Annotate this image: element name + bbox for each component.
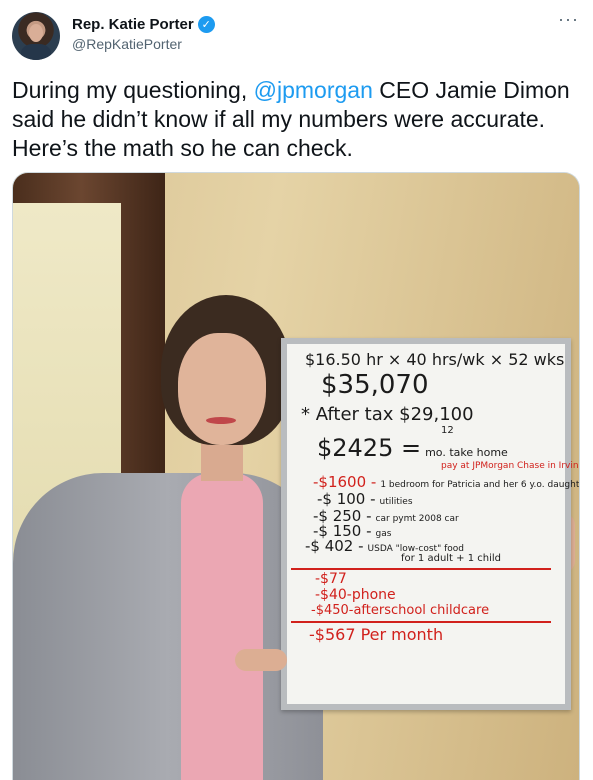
annual-gross: $35,070 — [321, 370, 429, 400]
author-handle[interactable]: @RepKatiePorter — [72, 36, 182, 52]
expense-desc: utilities — [379, 497, 413, 507]
avatar-face — [29, 24, 43, 42]
total-divider — [291, 621, 551, 623]
expense-amount: -$1600 - — [313, 473, 377, 491]
avatar[interactable] — [12, 12, 60, 60]
whiteboard: $16.50 hr × 40 hrs/wk × 52 wks $35,070 *… — [281, 338, 580, 710]
childcare-expense: -$450-afterschool childcare — [311, 603, 490, 618]
phone-expense: -$40-phone — [315, 587, 396, 603]
photo-lips — [206, 417, 236, 424]
take-home-note: mo. take home — [425, 446, 508, 459]
photo-pointing-hand — [235, 649, 287, 671]
subtotal: -$77 — [315, 571, 347, 587]
expense-amount: -$ 100 - — [317, 490, 376, 508]
verified-badge-icon: ✓ — [197, 15, 215, 33]
display-name[interactable]: Rep. Katie Porter — [72, 16, 194, 33]
months-divisor: 12 — [441, 425, 454, 436]
monthly-shortfall: -$567 Per month — [309, 625, 444, 644]
photo-neck — [201, 441, 243, 481]
expense-desc: 1 bedroom for Patricia and her 6 y.o. da… — [380, 480, 580, 490]
avatar-body — [21, 44, 51, 60]
expense-row: -$ 100 - utilities — [317, 492, 561, 507]
expense-amount: -$ 402 - — [305, 537, 364, 555]
tweet-header: Rep. Katie Porter ✓ @RepKatiePorter ··· — [0, 0, 593, 74]
after-tax: * After tax $29,100 — [301, 404, 474, 425]
wage-calculation: $16.50 hr × 40 hrs/wk × 52 wks — [305, 350, 565, 369]
photo-jacket — [13, 473, 323, 780]
expense-row: -$ 402 - USDA "low-cost" food — [305, 539, 561, 554]
employer-note: pay at JPMorgan Chase in Irvine — [441, 461, 580, 471]
subtotal-divider — [291, 568, 551, 570]
mention-link[interactable]: @jpmorgan — [254, 77, 373, 103]
expense-row: -$1600 - 1 bedroom for Patricia and her … — [313, 473, 579, 491]
photo-blouse — [181, 473, 263, 780]
food-note: for 1 adult + 1 child — [401, 553, 501, 564]
expense-desc: gas — [375, 529, 392, 539]
tweet-text: During my questioning, @jpmorgan CEO Jam… — [12, 76, 582, 163]
expense-desc: car pymt 2008 car — [375, 514, 459, 524]
author-name-row: Rep. Katie Porter ✓ — [72, 14, 215, 34]
monthly-take-home: $2425 = — [317, 434, 422, 462]
tweet-photo[interactable]: $16.50 hr × 40 hrs/wk × 52 wks $35,070 *… — [12, 172, 580, 780]
tweet-text-before: During my questioning, — [12, 77, 254, 103]
more-options-icon[interactable]: ··· — [558, 10, 579, 28]
photo-face — [178, 333, 266, 445]
whiteboard-text: $16.50 hr × 40 hrs/wk × 52 wks $35,070 *… — [291, 350, 580, 644]
